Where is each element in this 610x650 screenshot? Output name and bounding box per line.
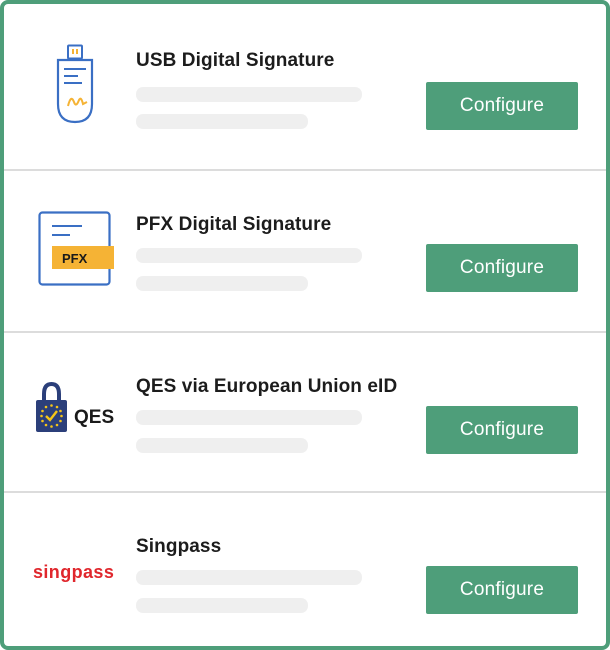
option-row-singpass: singpass Singpass Configure (4, 493, 606, 646)
option-row-qes: QES QES via European Union eID Configure (4, 333, 606, 493)
option-title: Singpass (136, 536, 222, 557)
option-title: PFX Digital Signature (136, 214, 332, 235)
pfx-badge-label: PFX (62, 251, 88, 266)
singpass-logo-text: singpass (33, 562, 114, 582)
configure-pfx-button[interactable]: Configure (426, 244, 578, 292)
description-placeholder-line (136, 114, 308, 129)
usb-drive-icon (56, 44, 94, 124)
description-placeholder-line (136, 438, 308, 453)
description-placeholder-line (136, 570, 362, 585)
option-row-pfx: PFX PFX Digital Signature Configure (4, 171, 606, 331)
pfx-document-icon: PFX (38, 211, 114, 286)
option-title: QES via European Union eID (136, 376, 398, 397)
singpass-logo: singpass (33, 562, 114, 582)
description-placeholder-line (136, 410, 362, 425)
configure-singpass-button[interactable]: Configure (426, 566, 578, 614)
option-row-usb: USB Digital Signature Configure (4, 8, 606, 168)
qes-lock-icon: QES (36, 381, 114, 432)
option-title: USB Digital Signature (136, 50, 335, 71)
description-placeholder-line (136, 87, 362, 102)
description-placeholder-line (136, 248, 362, 263)
signature-options-panel: USB Digital Signature Configure PFX PFX … (0, 0, 610, 650)
description-placeholder-line (136, 276, 308, 291)
configure-usb-button[interactable]: Configure (426, 82, 578, 130)
description-placeholder-line (136, 598, 308, 613)
configure-qes-button[interactable]: Configure (426, 406, 578, 454)
qes-logo-text: QES (74, 407, 114, 428)
